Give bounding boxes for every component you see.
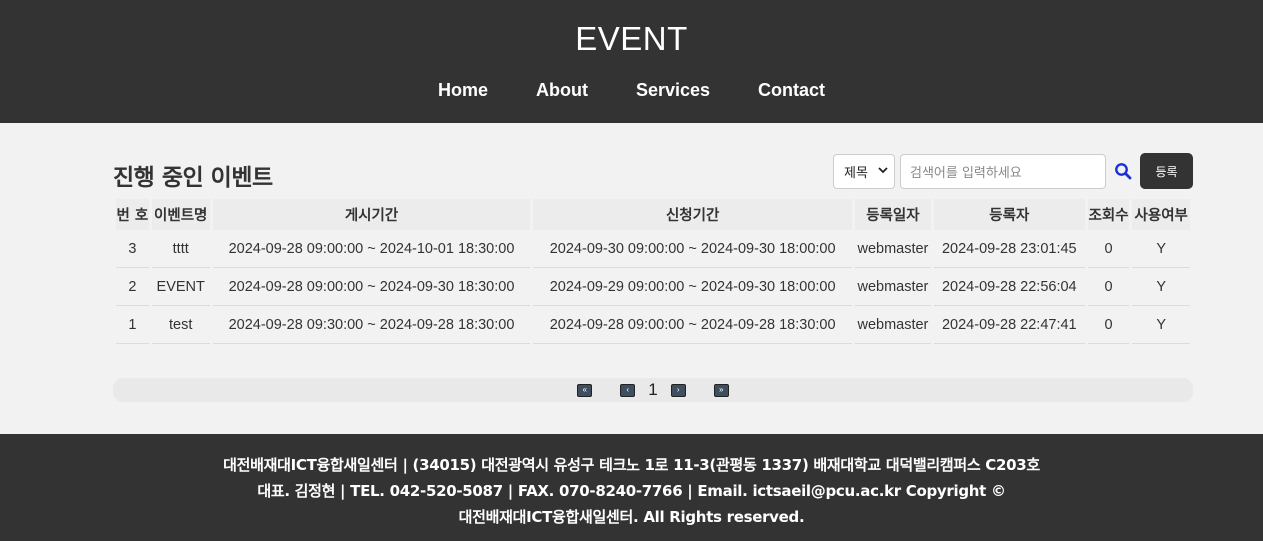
cell-post-period: 2024-09-28 09:00:00 ~ 2024-09-30 18:30:0… — [212, 268, 531, 306]
col-apply-period: 신청기간 — [533, 199, 852, 230]
register-button[interactable]: 등록 — [1140, 153, 1193, 189]
footer-address: 대전배재대ICT융합새일센터 | (34015) 대전광역시 유성구 테크노 1… — [223, 456, 1040, 474]
cell-number: 3 — [116, 230, 149, 268]
page-title: 진행 중인 이벤트 — [113, 165, 273, 191]
cell-views: 0 — [1087, 306, 1130, 344]
cell-in-use: Y — [1132, 230, 1190, 268]
cell-registrant: webmaster — [854, 230, 931, 268]
nav-about[interactable]: About — [536, 80, 588, 101]
cell-apply-period: 2024-09-30 09:00:00 ~ 2024-09-30 18:00:0… — [533, 230, 852, 268]
cell-number: 1 — [116, 306, 149, 344]
search-field-select[interactable]: 제목 — [833, 153, 895, 189]
cell-registrant: webmaster — [854, 306, 931, 344]
nav-services[interactable]: Services — [636, 80, 710, 101]
nav-home[interactable]: Home — [438, 80, 488, 101]
last-page-button[interactable]: » — [713, 383, 729, 397]
page-number-current[interactable]: 1 — [648, 380, 657, 400]
cell-event-name[interactable]: EVENT — [151, 268, 210, 306]
main-nav: Home About Services Contact — [0, 80, 1263, 101]
cell-reg-date: 2024-09-28 22:47:41 — [933, 306, 1085, 344]
table-row[interactable]: 1 test 2024-09-28 09:30:00 ~ 2024-09-28 … — [116, 306, 1190, 344]
table-row[interactable]: 3 tttt 2024-09-28 09:00:00 ~ 2024-10-01 … — [116, 230, 1190, 268]
cell-reg-date: 2024-09-28 22:56:04 — [933, 268, 1085, 306]
site-title: EVENT — [575, 20, 688, 57]
cell-apply-period: 2024-09-29 09:00:00 ~ 2024-09-30 18:00:0… — [533, 268, 852, 306]
cell-number: 2 — [116, 268, 149, 306]
col-views: 조회수 — [1087, 199, 1130, 230]
col-reg-date: 등록일자 — [854, 199, 931, 230]
cell-post-period: 2024-09-28 09:30:00 ~ 2024-09-28 18:30:0… — [212, 306, 531, 344]
chevron-down-icon — [878, 166, 888, 177]
col-registrant: 등록자 — [933, 199, 1085, 230]
cell-event-name[interactable]: tttt — [151, 230, 210, 268]
pagination: « ‹ 1 › » — [113, 378, 1193, 402]
table-header-row: 번 호 이벤트명 게시기간 신청기간 등록일자 등록자 조회수 사용여부 — [116, 199, 1190, 230]
cell-in-use: Y — [1132, 306, 1190, 344]
search-icon[interactable] — [1106, 154, 1140, 189]
cell-post-period: 2024-09-28 09:00:00 ~ 2024-10-01 18:30:0… — [212, 230, 531, 268]
search-bar: 제목 검색어를 입력하세요 등록 — [833, 153, 1193, 189]
nav-contact[interactable]: Contact — [758, 80, 825, 101]
footer-contact: 대표. 김정현 | TEL. 042-520-5087 | FAX. 070-8… — [257, 482, 1006, 500]
prev-page-button[interactable]: ‹ — [620, 383, 636, 397]
events-table: 번 호 이벤트명 게시기간 신청기간 등록일자 등록자 조회수 사용여부 3 t… — [113, 199, 1193, 344]
cell-event-name[interactable]: test — [151, 306, 210, 344]
cell-in-use: Y — [1132, 268, 1190, 306]
footer-rights: 대전배재대ICT융합새일센터. All Rights reserved. — [458, 508, 805, 526]
cell-views: 0 — [1087, 268, 1130, 306]
next-page-button[interactable]: › — [670, 383, 686, 397]
search-placeholder: 검색어를 입력하세요 — [910, 165, 1022, 181]
col-number: 번 호 — [116, 199, 149, 230]
col-post-period: 게시기간 — [212, 199, 531, 230]
cell-reg-date: 2024-09-28 23:01:45 — [933, 230, 1085, 268]
search-input[interactable]: 검색어를 입력하세요 — [900, 153, 1106, 189]
main-content: 진행 중인 이벤트 제목 검색어를 입력하세요 등록 번 호 이벤트명 게시기간… — [0, 123, 1263, 434]
site-footer: 대전배재대ICT융합새일센터 | (34015) 대전광역시 유성구 테크노 1… — [0, 434, 1263, 541]
cell-views: 0 — [1087, 230, 1130, 268]
site-header: EVENT Home About Services Contact — [0, 0, 1263, 123]
col-in-use: 사용여부 — [1132, 199, 1190, 230]
first-page-button[interactable]: « — [577, 383, 593, 397]
table-row[interactable]: 2 EVENT 2024-09-28 09:00:00 ~ 2024-09-30… — [116, 268, 1190, 306]
search-field-value: 제목 — [844, 165, 868, 181]
cell-registrant: webmaster — [854, 268, 931, 306]
cell-apply-period: 2024-09-28 09:00:00 ~ 2024-09-28 18:30:0… — [533, 306, 852, 344]
col-event-name: 이벤트명 — [151, 199, 210, 230]
